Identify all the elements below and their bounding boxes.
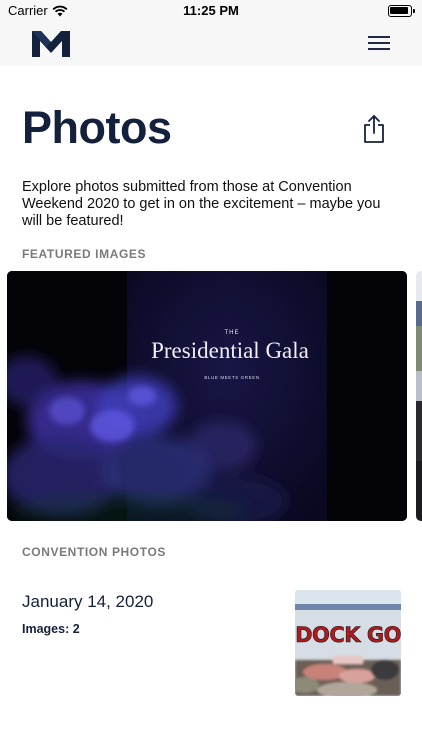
next-featured-photo-image — [416, 271, 422, 521]
hamburger-menu-icon[interactable] — [368, 36, 390, 52]
album-date: January 14, 2020 — [22, 592, 154, 611]
share-icon[interactable] — [362, 114, 386, 144]
album-thumbnail[interactable]: DOCK GO — [295, 590, 401, 696]
album-image-count: Images: 2 — [22, 622, 80, 636]
status-bar: Carrier 11:25 PM — [0, 0, 422, 22]
sign-tagline-text: BLUE MEETS GREEN — [204, 375, 259, 380]
thumbnail-sign-text: DOCK GO — [295, 623, 401, 647]
status-time: 11:25 PM — [183, 3, 239, 18]
top-navigation-bar — [0, 22, 422, 66]
featured-images-heading: FEATURED IMAGES — [22, 247, 147, 261]
featured-photo-image: THE Presidential Gala BLUE MEETS GREEN — [7, 271, 407, 521]
album-thumbnail-image: DOCK GO — [295, 590, 401, 696]
album-list-item[interactable]: January 14, 2020 Images: 2 DOCK GO — [0, 580, 422, 705]
featured-images-carousel[interactable]: THE Presidential Gala BLUE MEETS GREEN — [7, 271, 422, 521]
featured-photo-card[interactable]: THE Presidential Gala BLUE MEETS GREEN — [7, 271, 407, 521]
next-featured-photo-card[interactable] — [416, 271, 422, 521]
sign-small-text: THE — [225, 330, 240, 336]
convention-photos-heading: CONVENTION PHOTOS — [22, 545, 166, 559]
m-logo-icon[interactable] — [32, 29, 70, 57]
sign-title-text: Presidential Gala — [151, 338, 309, 363]
intro-text: Explore photos submitted from those at C… — [22, 179, 381, 229]
page-title: Photos — [22, 102, 172, 153]
battery-icon — [388, 5, 415, 17]
